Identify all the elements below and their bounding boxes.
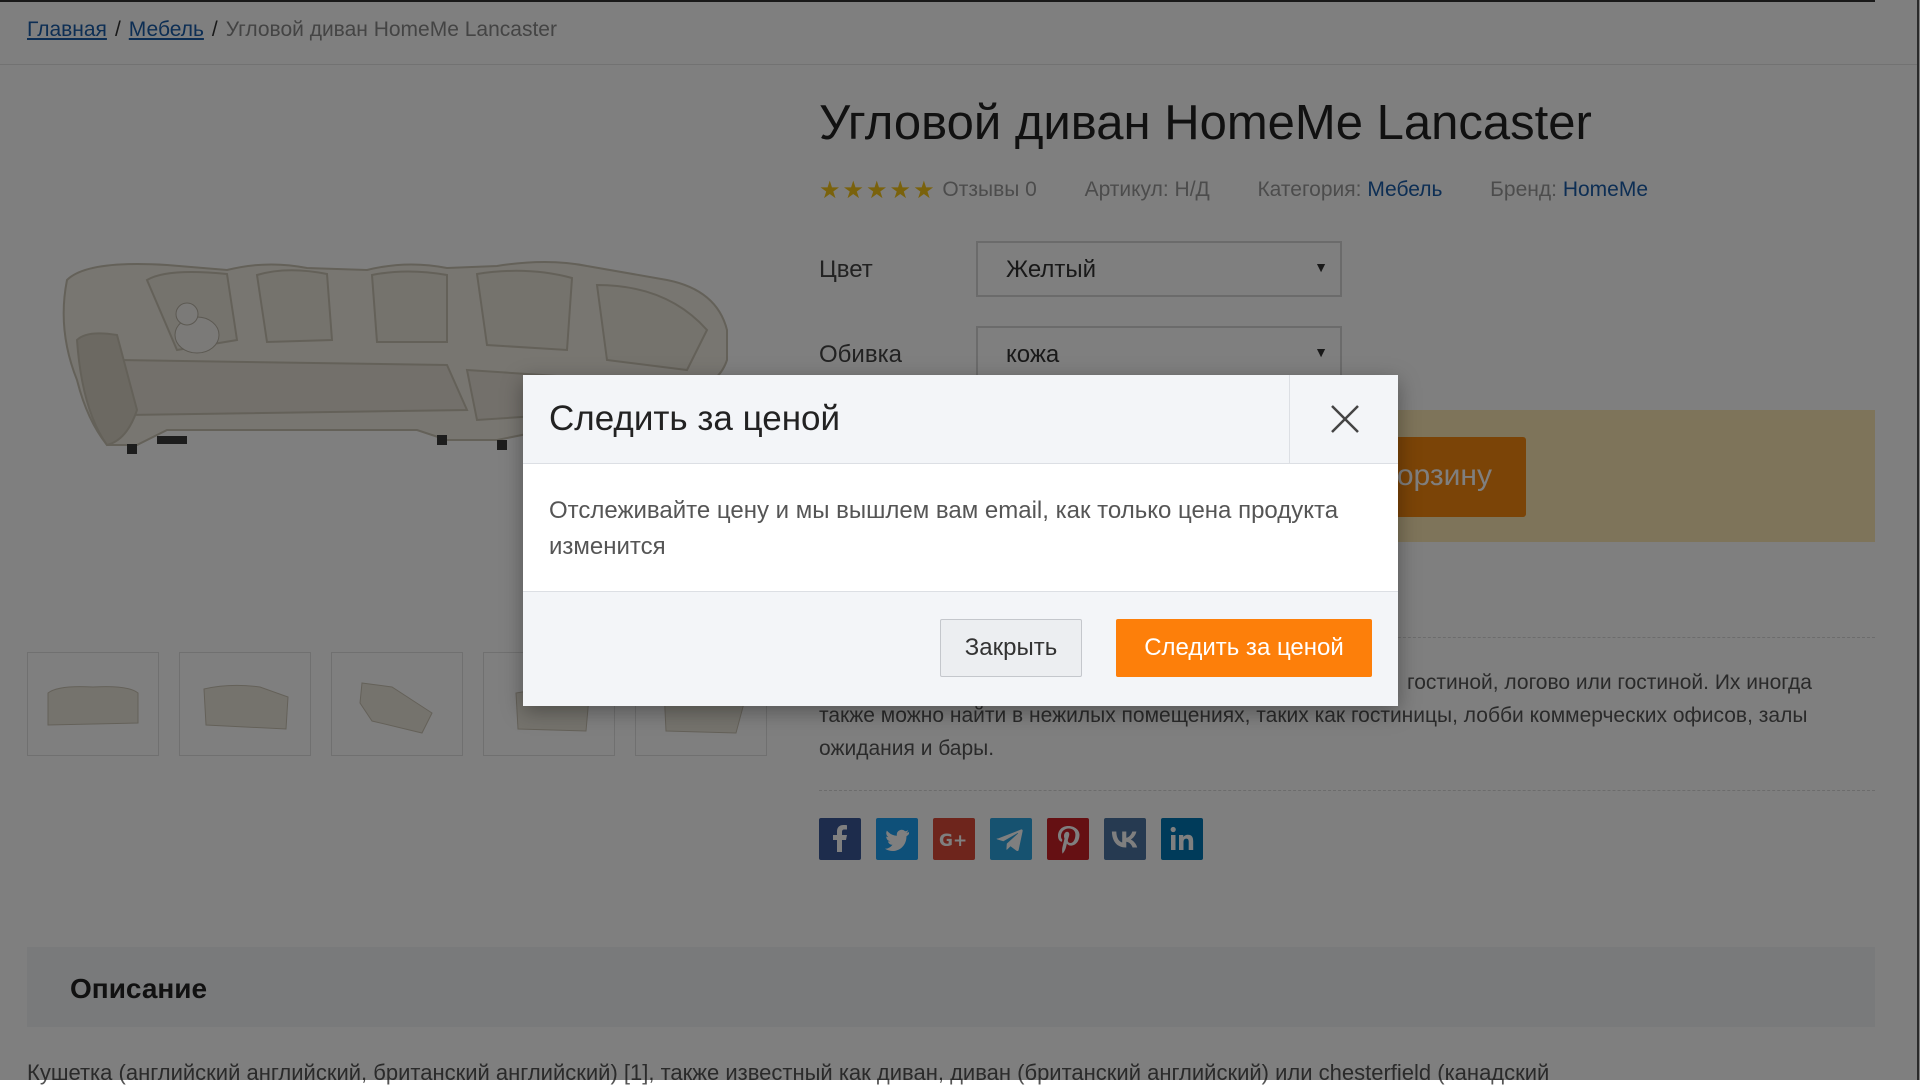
close-button[interactable]: Закрыть [940,619,1082,677]
modal-title: Следить за ценой [549,399,841,438]
modal-footer: Закрыть Следить за ценой [523,591,1398,706]
price-watch-modal: Следить за ценой Отслеживайте цену и мы … [523,375,1398,706]
modal-body-text: Отслеживайте цену и мы вышлем вам email,… [549,497,1339,560]
modal-header: Следить за ценой [523,375,1398,464]
track-price-button[interactable]: Следить за ценой [1116,619,1372,677]
modal-close-button[interactable] [1289,375,1399,463]
close-icon [1331,405,1359,433]
